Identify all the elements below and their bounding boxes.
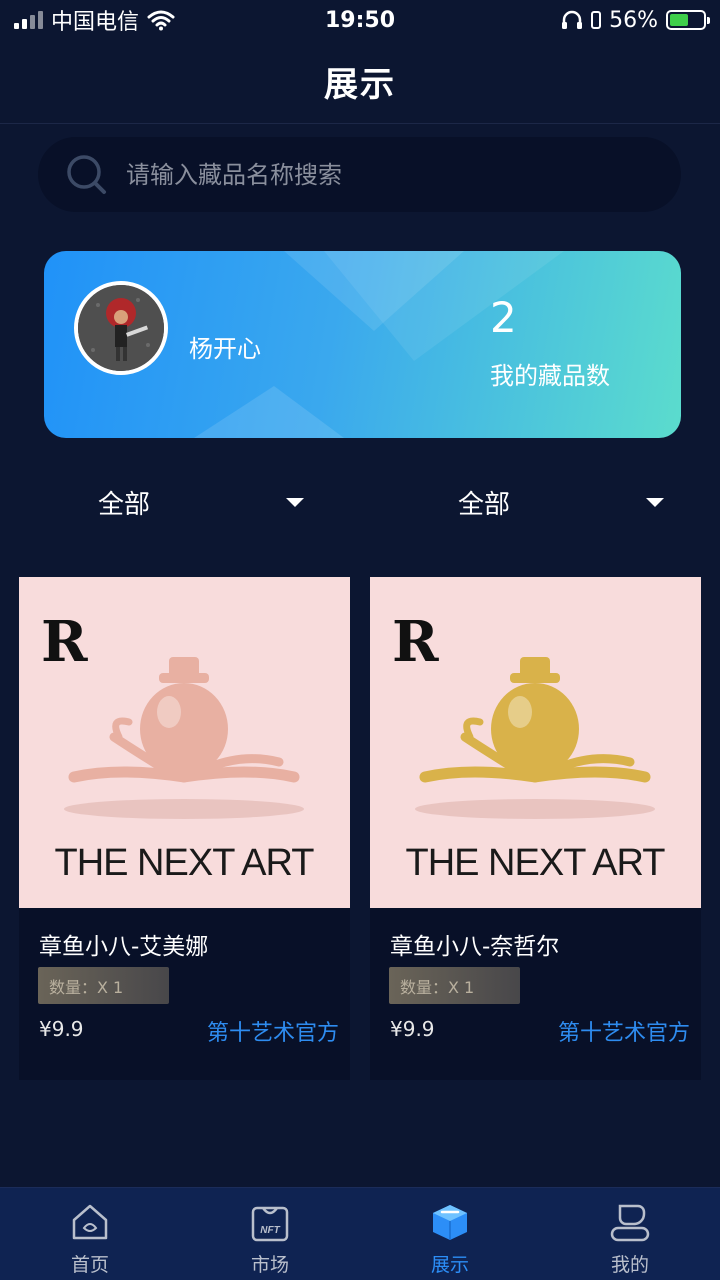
user-icon [610,1204,650,1242]
filter-label: 全部 [458,489,511,520]
tab-label: 展示 [430,1254,469,1276]
battery-level [670,14,688,26]
carrier-label: 中国电信 [51,10,140,35]
quantity-badge: 数量：X 1 [38,967,169,1004]
filter-dropdown-1[interactable]: 全部 [98,470,304,534]
page-title: 展示 [324,65,396,105]
nft-bag-icon: NFT [251,1206,289,1242]
signal-icon [14,11,43,29]
collection-count-label: 我的藏品数 [490,362,610,390]
search-icon [67,154,106,194]
publisher-link[interactable]: 第十艺术官方 [207,1015,339,1047]
status-left: 中国电信 [14,4,175,36]
tab-label: 首页 [70,1254,109,1276]
avatar[interactable] [74,281,168,375]
filter-bar: 全部 全部 [0,470,720,534]
tab-mine[interactable]: 我的 [540,1188,720,1280]
svg-text:NFT: NFT [260,1225,280,1236]
collection-card[interactable]: R THE NEXT ART 章鱼小八-奈哲尔 数量：X 1 ¥9.9 第十艺术… [370,577,701,1080]
status-bar: 中国电信 19:50 56% [0,0,720,40]
octopus-artwork: R THE NEXT ART [392,609,666,884]
nav-bar: 展示 [0,40,720,124]
home-icon [72,1204,108,1240]
tab-label: 我的 [610,1254,649,1276]
battery-percent: 56% [609,7,658,33]
item-title: 章鱼小八-艾美娜 [39,934,209,960]
avatar-image [78,285,164,371]
wifi-icon [147,10,175,31]
tab-home[interactable]: 首页 [0,1188,180,1280]
cube-icon [433,1205,467,1240]
tab-showcase[interactable]: 展示 [360,1188,540,1280]
brand-text: THE NEXT ART [406,842,666,884]
user-name: 杨开心 [189,335,261,363]
tab-label: 市场 [250,1254,289,1276]
caret-down-icon [286,497,304,507]
publisher-link[interactable]: 第十艺术官方 [558,1015,690,1047]
brand-logo: R [392,609,439,675]
collection-image: R THE NEXT ART [19,577,350,908]
octopus-artwork: R THE NEXT ART [41,609,315,884]
item-price: ¥9.9 [390,1017,435,1041]
item-price: ¥9.9 [39,1017,84,1041]
item-title: 章鱼小八-奈哲尔 [390,934,560,960]
caret-down-icon [646,497,664,507]
headphones-icon [562,10,583,29]
collection-image: R THE NEXT ART [370,577,701,908]
filter-dropdown-2[interactable]: 全部 [458,470,664,534]
tab-market[interactable]: NFT 市场 [180,1188,360,1280]
profile-card: 杨开心 2 我的藏品数 [44,251,681,438]
collection-card[interactable]: R THE NEXT ART 章鱼小八-艾美娜 数量：X 1 ¥9.9 第十艺术… [19,577,350,1080]
brand-logo: R [41,609,88,675]
quantity-badge: 数量：X 1 [389,967,520,1004]
search-input[interactable] [126,160,646,189]
search-bar[interactable] [38,137,681,212]
battery-icon [666,10,710,30]
brand-text: THE NEXT ART [55,842,315,884]
orientation-lock-icon [591,11,602,29]
status-right: 56% [561,7,710,33]
tab-bar: 首页 NFT 市场 展示 我的 [0,1187,720,1280]
collection-count: 2 [490,293,517,342]
filter-label: 全部 [98,489,151,520]
